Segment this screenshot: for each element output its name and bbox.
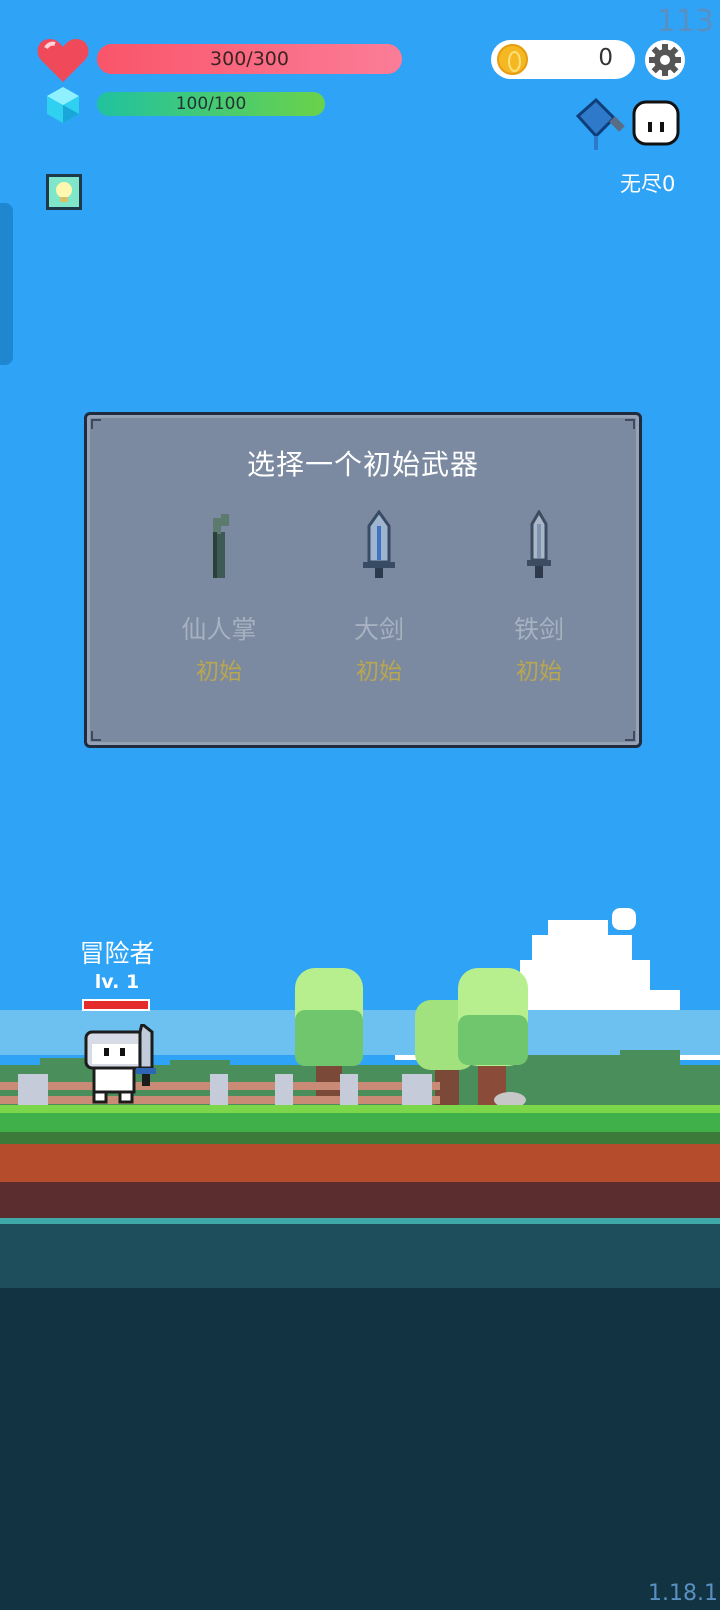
version-label: 1.18.1	[648, 1581, 718, 1606]
side-drawer-tab[interactable]	[0, 203, 13, 365]
cleaver-icon[interactable]	[574, 96, 628, 152]
player-level: lv. 1	[94, 971, 140, 993]
heart-icon	[37, 39, 89, 82]
gear-icon	[649, 44, 681, 76]
iron-sword-icon	[527, 510, 551, 578]
weapon-option-cactus[interactable]: 仙人掌 初始	[144, 510, 294, 686]
coin-counter: 0	[491, 40, 635, 79]
player-name: 冒险者	[79, 939, 155, 968]
weapon-tag: 初始	[516, 659, 562, 685]
hp-text: 300/300	[210, 48, 289, 70]
dialog-title: 选择一个初始武器	[246, 448, 479, 481]
panel-corner	[625, 731, 635, 741]
mp-bar: 100/100	[97, 92, 325, 116]
coin-icon	[497, 44, 528, 75]
player-hp-bar	[82, 999, 150, 1011]
game-scene	[0, 908, 720, 1610]
panel-corner	[91, 419, 101, 429]
ghost-pet-icon[interactable]	[630, 98, 682, 148]
greatsword-icon	[363, 510, 395, 578]
cactus-weapon-icon	[213, 514, 229, 578]
weapon-select-dialog: 选择一个初始武器 仙人掌 初始 大剑 初始 铁剑 初始	[84, 412, 642, 748]
weapon-tag: 初始	[356, 659, 402, 685]
lightbulb-icon[interactable]	[45, 173, 83, 211]
mp-text: 100/100	[175, 94, 247, 114]
weapon-name: 仙人掌	[181, 615, 257, 644]
knight-player-sprite[interactable]	[82, 1024, 162, 1106]
coin-value: 0	[598, 45, 613, 71]
weapon-name: 大剑	[353, 615, 404, 644]
settings-button[interactable]	[645, 40, 685, 80]
dirt	[0, 1144, 720, 1182]
fps-counter: 113	[656, 4, 714, 39]
hp-bar: 300/300	[97, 44, 402, 74]
panel-corner	[91, 731, 101, 741]
endless-mode-label: 无尽0	[620, 172, 676, 196]
weapon-tag: 初始	[196, 659, 242, 685]
weapon-name: 铁剑	[513, 615, 564, 644]
weapon-option-greatsword[interactable]: 大剑 初始	[304, 510, 454, 686]
panel-corner	[625, 419, 635, 429]
weapon-option-iron-sword[interactable]: 铁剑 初始	[464, 510, 614, 686]
crystal-icon	[47, 87, 79, 123]
